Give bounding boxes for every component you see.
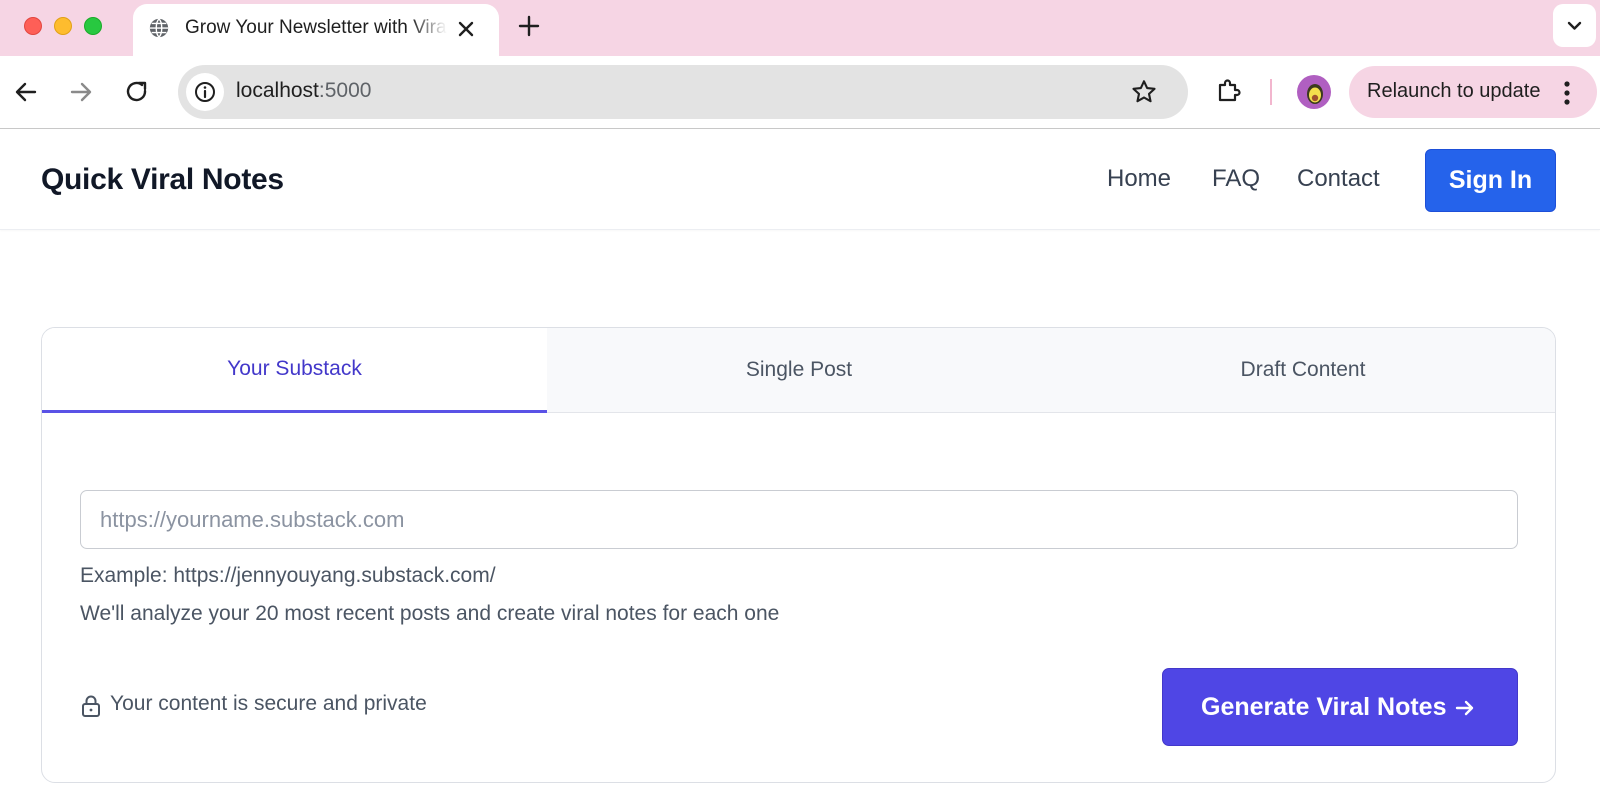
- extensions-puzzle-icon[interactable]: [1214, 76, 1244, 106]
- tab-single-post[interactable]: Single Post: [547, 328, 1051, 413]
- site-info-button[interactable]: [186, 73, 224, 111]
- forward-arrow-icon[interactable]: [66, 77, 96, 107]
- address-url: localhost:5000: [236, 79, 371, 103]
- bookmark-star-icon[interactable]: [1130, 78, 1158, 106]
- lock-icon: [82, 695, 100, 717]
- relaunch-label: Relaunch to update: [1367, 80, 1541, 102]
- globe-icon: [149, 18, 169, 38]
- url-host: localhost: [236, 79, 319, 102]
- example-hint: Example: https://jennyouyang.substack.co…: [80, 564, 496, 587]
- tab-title: Grow Your Newsletter with Viral Notes: [185, 17, 447, 38]
- browser-tab-strip: Grow Your Newsletter with Viral Notes: [0, 0, 1600, 56]
- sign-in-button[interactable]: Sign In: [1425, 149, 1556, 212]
- close-tab-icon[interactable]: [454, 17, 478, 41]
- security-note-text: Your content is secure and private: [110, 692, 427, 715]
- profile-avatar[interactable]: [1297, 75, 1331, 109]
- avocado-avatar-icon: [1307, 84, 1323, 104]
- address-bar[interactable]: localhost:5000: [178, 65, 1188, 119]
- browser-toolbar: localhost:5000 Relaunch to update: [0, 56, 1600, 129]
- nav-faq-link[interactable]: FAQ: [1212, 165, 1260, 193]
- source-tabs: Your Substack Single Post Draft Content: [42, 328, 1555, 413]
- substack-url-input[interactable]: [80, 490, 1518, 549]
- brand-logo-text[interactable]: Quick Viral Notes: [41, 163, 284, 197]
- chevron-down-icon: [1567, 21, 1582, 30]
- minimize-window-button[interactable]: [54, 17, 72, 35]
- reload-icon[interactable]: [122, 77, 152, 107]
- tab-draft-content[interactable]: Draft Content: [1051, 328, 1555, 413]
- relaunch-to-update-button[interactable]: Relaunch to update: [1349, 66, 1597, 118]
- back-arrow-icon[interactable]: [11, 77, 41, 107]
- nav-contact-link[interactable]: Contact: [1297, 165, 1380, 193]
- info-icon: [195, 82, 215, 102]
- generator-card: Your Substack Single Post Draft Content …: [41, 327, 1556, 783]
- maximize-window-button[interactable]: [84, 17, 102, 35]
- toolbar-divider: [1270, 79, 1272, 105]
- site-header: Quick Viral Notes Home FAQ Contact Sign …: [0, 130, 1600, 230]
- tab-your-substack[interactable]: Your Substack: [42, 328, 547, 413]
- generate-button-label: Generate Viral Notes: [1201, 693, 1447, 721]
- more-options-icon: [1564, 81, 1570, 105]
- browser-tab-active[interactable]: Grow Your Newsletter with Viral Notes: [133, 4, 499, 56]
- generate-viral-notes-button[interactable]: Generate Viral Notes: [1162, 668, 1518, 746]
- new-tab-plus-icon[interactable]: [515, 12, 543, 40]
- tab-search-button[interactable]: [1553, 4, 1596, 47]
- analysis-description: We'll analyze your 20 most recent posts …: [80, 602, 780, 625]
- arrow-right-icon: [1455, 700, 1474, 716]
- nav-home-link[interactable]: Home: [1107, 165, 1171, 193]
- close-window-button[interactable]: [24, 17, 42, 35]
- url-port: :5000: [318, 79, 372, 102]
